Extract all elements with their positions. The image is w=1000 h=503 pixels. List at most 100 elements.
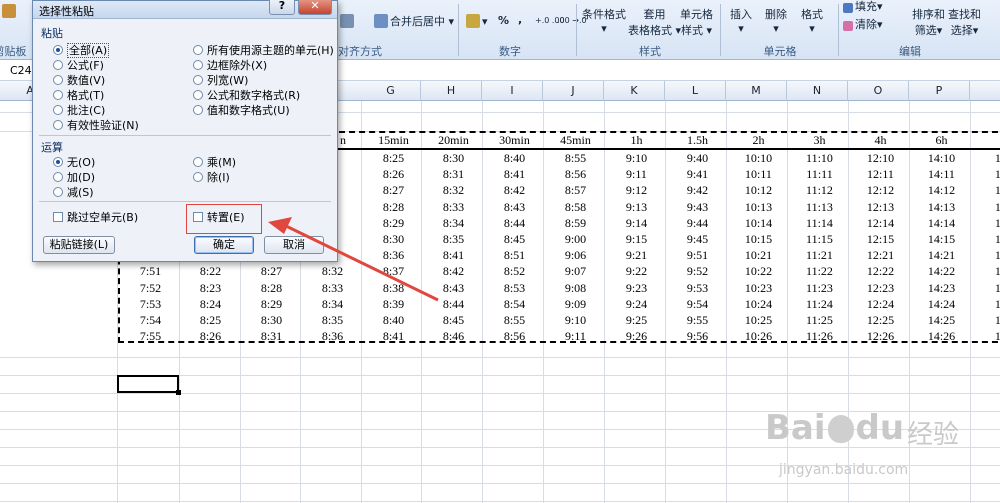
option-label: 格式(T) [67,89,105,102]
ok-button[interactable]: 确定 [194,236,254,254]
column-header[interactable]: J [543,81,604,101]
table-cell[interactable]: 8:41 [363,327,424,341]
delete-button[interactable]: 删除 ▾ [765,6,787,35]
paste-link-button[interactable]: 粘贴链接(L) [43,236,115,254]
conditional-format-button[interactable]: 条件格式 ▾ [582,6,626,35]
table-cell[interactable]: 11:26 [789,327,850,341]
paste-option-formulas-numbers[interactable]: 公式和数字格式(R) [193,87,300,103]
format-painter-button[interactable] [2,4,18,18]
table-cell[interactable]: 12:26 [850,327,911,341]
column-header[interactable]: H [421,81,482,101]
format-button[interactable]: 格式 ▾ [801,6,823,35]
radio-icon [53,90,63,100]
table-cell[interactable]: 9:11 [545,327,606,341]
table-cell[interactable]: 9:56 [667,327,728,341]
option-label: 所有使用源主题的单元(H) [207,44,334,57]
header-cell: 4h [874,133,887,147]
table-cell[interactable]: 10:26 [728,327,789,341]
paste-option-all[interactable]: 全部(A) [53,42,110,58]
clear-button[interactable]: 清除▾ [843,16,883,32]
table-format-button[interactable]: 套用 表格格式 ▾ [628,6,681,38]
dialog-titlebar: 选择性粘贴 ? ✕ [33,0,337,19]
brush-icon [2,4,16,18]
table-cell[interactable]: 8:56 [484,327,545,341]
paste-option-values-numbers[interactable]: 值和数字格式(U) [193,102,290,118]
watermark-brand-part1: Bai [765,408,826,448]
table-cell[interactable]: 8:36 [302,327,363,341]
table-format-label-1: 套用 [643,8,666,21]
cells-group-label: 单元格 [763,45,797,58]
table-cell[interactable]: 7:55 [120,327,181,341]
radio-selected-icon [53,45,63,55]
paste-option-source-theme[interactable]: 所有使用源主题的单元(H) [193,42,334,58]
paste-option-validation[interactable]: 有效性验证(N) [53,117,139,133]
column-header[interactable]: M [726,81,787,101]
grid-line [0,393,1000,394]
paste-option-values[interactable]: 数值(V) [53,72,105,88]
operation-none[interactable]: 无(O) [53,154,95,170]
option-label: 公式和数字格式(R) [207,89,301,102]
column-header[interactable]: P [909,81,970,101]
header-cell: 2h [752,133,765,147]
clear-label: 清除 [855,18,877,31]
editing-group-label: 编辑 [899,45,921,58]
paste-special-dialog: 选择性粘贴 ? ✕ 粘贴 全部(A) 公式(F) 数值(V) 格式(T) 批注(… [32,0,338,262]
column-header[interactable]: I [482,81,543,101]
header-cell: 20min [438,133,469,147]
paste-option-formats[interactable]: 格式(T) [53,87,104,103]
table-cell[interactable]: 14:26 [911,327,972,341]
watermark-brand: Bai du [765,408,904,448]
column-header[interactable]: L [665,81,726,101]
merge-center-label: 合并后居中 [390,15,445,28]
checkbox-icon [53,212,63,222]
fill-button[interactable]: 填充▾ [843,0,883,14]
find-select-button[interactable]: 查找和 选择▾ [948,6,981,38]
option-label: 批注(C) [67,104,106,117]
operation-multiply[interactable]: 乘(M) [193,154,236,170]
paste-option-formulas[interactable]: 公式(F) [53,57,104,73]
operation-divide[interactable]: 除(I) [193,169,230,185]
column-header[interactable]: G [361,81,421,101]
comma-button[interactable]: , [518,13,522,26]
help-button[interactable]: ? [269,0,295,15]
name-box[interactable]: C24 [10,64,32,77]
radio-icon [193,75,203,85]
radio-icon [53,105,63,115]
option-label: 无(O) [67,156,96,169]
header-cell: n [340,133,346,147]
header-cell: 8 [972,133,1000,149]
active-cell[interactable] [117,375,181,395]
paste-option-no-borders[interactable]: 边框除外(X) [193,57,267,73]
radio-icon [193,157,203,167]
close-button[interactable]: ✕ [298,0,332,15]
wrap-align-button[interactable] [340,14,356,28]
table-cell[interactable]: 9:26 [606,327,667,341]
alignment-group-label: 对齐方式 [338,45,382,58]
column-header[interactable]: O [848,81,909,101]
option-label: 边框除外(X) [207,59,268,72]
merge-center-button[interactable]: 合并后居中 ▾ [374,13,454,29]
paste-option-comments[interactable]: 批注(C) [53,102,105,118]
column-header[interactable]: N [787,81,848,101]
cancel-button[interactable]: 取消 [264,236,324,254]
sort-filter-button[interactable]: 排序和 筛选▾ [912,6,945,38]
clipboard-group-label: 剪贴板 [0,45,27,58]
operation-subtract[interactable]: 减(S) [53,184,94,200]
cell-styles-button[interactable]: 单元格 样式 ▾ [680,6,713,38]
table-cell[interactable]: 8:26 [180,327,241,341]
column-header[interactable]: K [604,81,665,101]
header-cell: 15min [378,133,409,147]
insert-button[interactable]: 插入 ▾ [730,6,752,35]
operation-add[interactable]: 加(D) [53,169,95,185]
skip-blanks-checkbox[interactable]: 跳过空单元(B) [53,209,138,225]
fill-icon [843,3,853,13]
table-cell[interactable]: 16: [972,327,1000,341]
table-cell[interactable]: 8:46 [423,327,484,341]
percent-button[interactable]: % [498,14,509,27]
currency-button[interactable]: ▾ [466,14,488,28]
grid-line [0,501,1000,502]
delete-label: 删除 [765,8,787,21]
table-cell[interactable]: 8:31 [241,327,302,341]
cond-format-label: 条件格式 [582,8,626,21]
paste-option-column-widths[interactable]: 列宽(W) [193,72,248,88]
